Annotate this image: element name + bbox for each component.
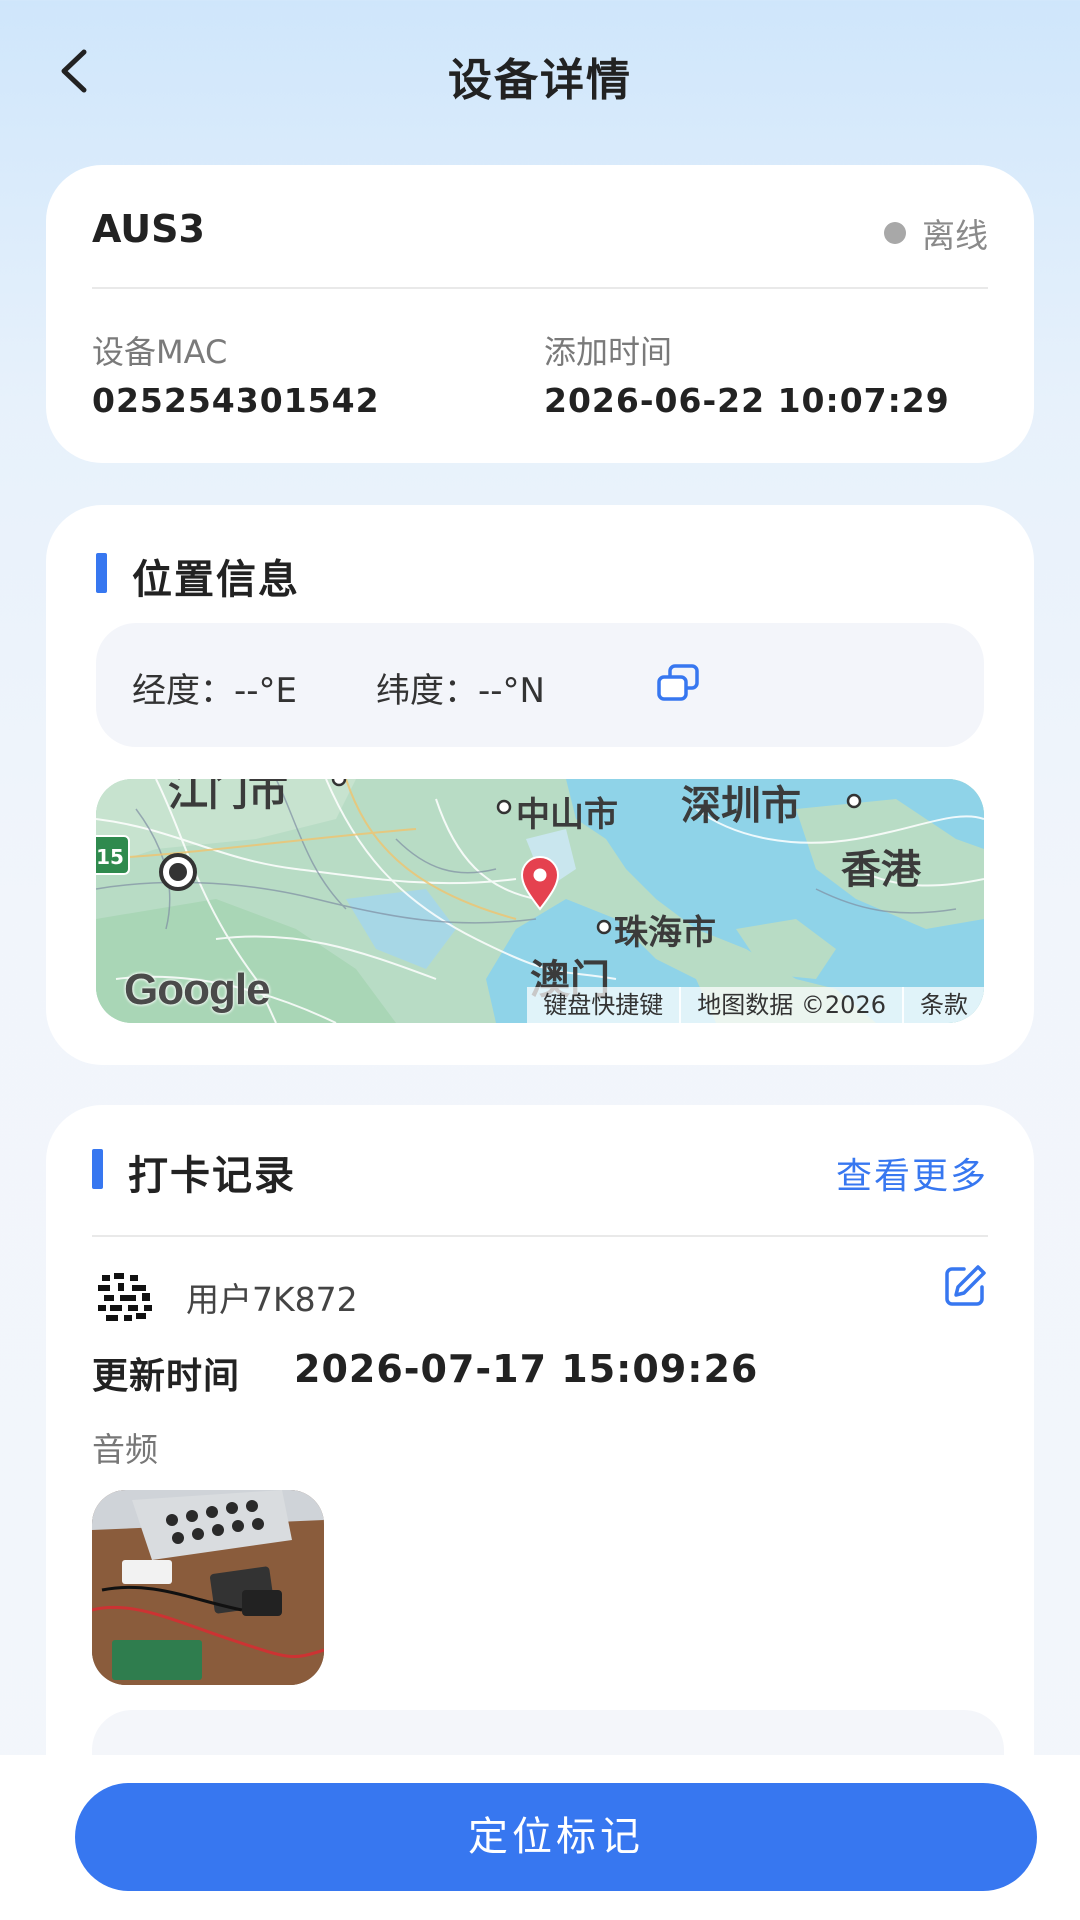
audio-label: 音频 [92, 1430, 158, 1469]
locate-mark-button[interactable]: 定位标记 [75, 1783, 1037, 1891]
edit-icon[interactable] [942, 1263, 988, 1309]
divider [92, 287, 988, 289]
status-dot-icon [884, 222, 906, 244]
map-label-zhuhai: 珠海市 [614, 913, 716, 953]
map-label-zhongshan: 中山市 [516, 795, 618, 835]
map-label-shenzhen: 深圳市 [681, 783, 801, 829]
route-shield-icon: 15 [96, 835, 130, 875]
latitude-text: 纬度：--°N [376, 671, 545, 711]
location-card: 位置信息 经度：--°E 纬度：--°N 15 江门市 中山市 深圳市 香港 珠… [46, 505, 1034, 1065]
bottom-action-bar: 定位标记 [0, 1755, 1080, 1920]
view-more-link[interactable]: 查看更多 [836, 1147, 988, 1199]
page-title: 设备详情 [448, 55, 632, 106]
location-section-title: 位置信息 [132, 557, 300, 603]
device-name: AUS3 [92, 207, 205, 251]
google-logo: Google [124, 965, 271, 1014]
status-badge: 离线 [884, 209, 988, 257]
divider [92, 1235, 988, 1237]
map-data-credit[interactable]: 地图数据 ©2026 [679, 987, 902, 1023]
added-time-label: 添加时间 [544, 333, 673, 371]
longitude-text: 经度：--°E [132, 671, 298, 711]
section-accent-bar [96, 553, 107, 593]
copy-icon[interactable] [656, 663, 700, 703]
terms-link[interactable]: 条款 [902, 987, 984, 1023]
map-label-hongkong: 香港 [841, 847, 921, 893]
section-accent-bar [92, 1149, 103, 1189]
keyboard-shortcuts-link[interactable]: 键盘快捷键 [527, 987, 679, 1023]
map-attribution: 键盘快捷键 地图数据 ©2026 条款 [527, 987, 984, 1023]
user-name: 用户7K872 [186, 1280, 358, 1319]
map-label-jiangmen: 江门市 [168, 779, 288, 815]
status-text: 离线 [922, 216, 988, 255]
coordinates-box: 经度：--°E 纬度：--°N [96, 623, 984, 747]
mac-value: 025254301542 [92, 381, 380, 420]
mac-label: 设备MAC [92, 333, 228, 371]
nav-bar: 设备详情 [0, 0, 1080, 150]
update-time-value: 2026-07-17 15:09:26 [294, 1347, 759, 1391]
device-info-card: AUS3 离线 设备MAC 025254301542 添加时间 2026-06-… [46, 165, 1034, 463]
update-time-label: 更新时间 [92, 1356, 241, 1397]
record-photo-thumbnail[interactable] [92, 1490, 324, 1685]
avatar[interactable] [92, 1265, 160, 1325]
map-view[interactable]: 15 江门市 中山市 深圳市 香港 珠海市 澳门 Google 键盘快捷键 地图… [96, 779, 984, 1023]
added-time-value: 2026-06-22 10:07:29 [544, 381, 950, 420]
records-section-title: 打卡记录 [128, 1153, 296, 1199]
